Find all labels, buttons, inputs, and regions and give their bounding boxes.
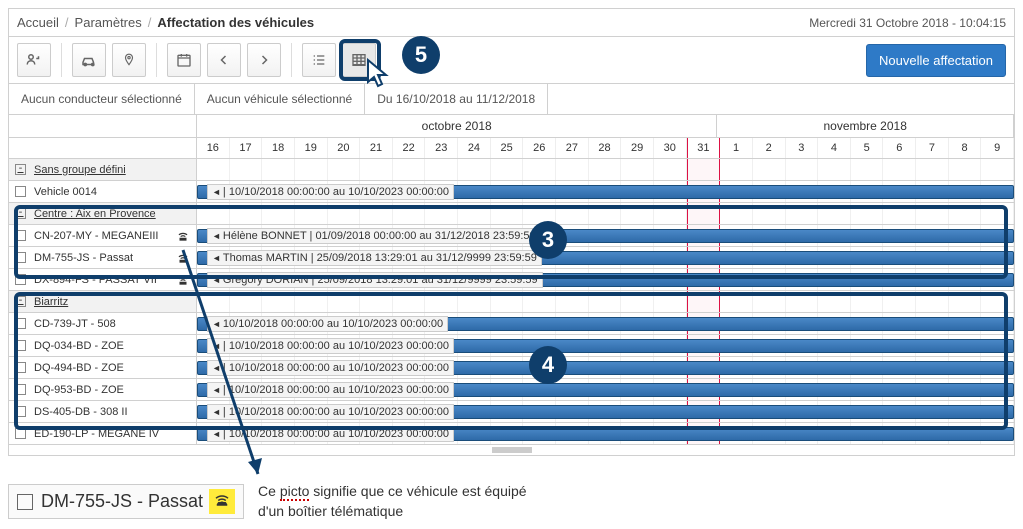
day-header: 3 — [786, 138, 819, 158]
assignment-text: ◄Hélène BONNET | 01/09/2018 00:00:00 au … — [207, 228, 541, 244]
vehicle-row-label[interactable]: DX-894-FS - PASSAT VII — [9, 269, 197, 290]
day-header: 8 — [949, 138, 982, 158]
assignment-text: ◄| 10/10/2018 00:00:00 au 10/10/2023 00:… — [207, 360, 454, 376]
day-header: 17 — [230, 138, 263, 158]
day-header: 6 — [883, 138, 916, 158]
checkbox[interactable] — [15, 230, 26, 241]
assignment-text: ◄| 10/10/2018 00:00:00 au 10/10/2023 00:… — [207, 184, 454, 200]
location-button[interactable] — [112, 43, 146, 77]
assignment-text: ◄10/10/2018 00:00:00 au 10/10/2023 00:00… — [207, 316, 448, 332]
day-header: 28 — [589, 138, 622, 158]
checkbox[interactable] — [15, 252, 26, 263]
day-header: 26 — [523, 138, 556, 158]
day-header: 27 — [556, 138, 589, 158]
list-view-button[interactable] — [302, 43, 336, 77]
checkbox[interactable] — [15, 186, 26, 197]
telematic-icon — [176, 274, 190, 286]
scrollbar-handle[interactable] — [492, 447, 532, 453]
new-assignment-button[interactable]: Nouvelle affectation — [866, 44, 1006, 77]
day-header: 30 — [654, 138, 687, 158]
calendar-button[interactable] — [167, 43, 201, 77]
filter-vehicle[interactable]: Aucun véhicule sélectionné — [195, 84, 365, 114]
checkbox[interactable] — [15, 274, 26, 285]
timeline-view-button[interactable] — [342, 43, 376, 77]
vehicle-row-label[interactable]: CN-207-MY - MEGANEIII — [9, 225, 197, 246]
assignment-text: ◄| 10/10/2018 00:00:00 au 10/10/2023 00:… — [207, 404, 454, 420]
breadcrumb-params[interactable]: Paramètres — [75, 15, 142, 30]
collapse-icon[interactable]: - — [15, 208, 26, 219]
breadcrumb-home[interactable]: Accueil — [17, 15, 59, 30]
day-header: 29 — [621, 138, 654, 158]
day-header: 24 — [458, 138, 491, 158]
vehicle-row-label[interactable]: DQ-034-BD - ZOE — [9, 335, 197, 356]
breadcrumb: Accueil / Paramètres / Affectation des v… — [17, 15, 809, 30]
day-header: 16 — [197, 138, 230, 158]
month-1: octobre 2018 — [197, 115, 717, 137]
vehicle-row-label[interactable]: Vehicle 0014 — [9, 181, 197, 202]
day-header: 25 — [491, 138, 524, 158]
day-header: 19 — [295, 138, 328, 158]
day-header: 7 — [916, 138, 949, 158]
assignment-text: ◄| 10/10/2018 00:00:00 au 10/10/2023 00:… — [207, 338, 454, 354]
group-row[interactable]: -Sans groupe défini — [9, 159, 197, 180]
month-2: novembre 2018 — [717, 115, 1014, 137]
legend-checkbox[interactable] — [17, 494, 33, 510]
day-header: 9 — [981, 138, 1014, 158]
vehicle-row-label[interactable]: DS-405-DB - 308 II — [9, 401, 197, 422]
vehicle-row-label[interactable]: DQ-494-BD - ZOE — [9, 357, 197, 378]
prev-button[interactable] — [207, 43, 241, 77]
assignment-text: ◄Gregory DORIAN | 25/09/2018 13:29:01 au… — [207, 272, 543, 288]
collapse-icon[interactable]: - — [15, 296, 26, 307]
breadcrumb-current: Affectation des véhicules — [157, 15, 314, 30]
day-header: 20 — [328, 138, 361, 158]
checkbox[interactable] — [15, 340, 26, 351]
assignment-text: ◄Thomas MARTIN | 25/09/2018 13:29:01 au … — [207, 250, 542, 266]
telematic-icon — [209, 489, 235, 514]
checkbox[interactable] — [15, 428, 26, 439]
checkbox[interactable] — [15, 362, 26, 373]
datetime: Mercredi 31 Octobre 2018 - 10:04:15 — [809, 16, 1006, 30]
group-row[interactable]: -Biarritz — [9, 291, 197, 312]
day-header: 22 — [393, 138, 426, 158]
vehicle-row-label[interactable]: DM-755-JS - Passat — [9, 247, 197, 268]
day-header: 1 — [720, 138, 753, 158]
day-header: 18 — [262, 138, 295, 158]
checkbox[interactable] — [15, 384, 26, 395]
checkbox[interactable] — [15, 318, 26, 329]
vehicle-button[interactable] — [72, 43, 106, 77]
checkbox[interactable] — [15, 406, 26, 417]
next-button[interactable] — [247, 43, 281, 77]
group-row[interactable]: -Centre : Aix en Provence — [9, 203, 197, 224]
day-header: 31 — [687, 138, 721, 158]
telematic-icon — [176, 230, 190, 242]
telematic-icon — [176, 252, 190, 264]
assignment-text: ◄| 10/10/2018 00:00:00 au 10/10/2023 00:… — [207, 382, 454, 398]
vehicle-row-label[interactable]: CD-739-JT - 508 — [9, 313, 197, 334]
filter-driver[interactable]: Aucun conducteur sélectionné — [9, 84, 195, 114]
legend-vehicle: DM-755-JS - Passat — [8, 484, 244, 519]
day-header: 4 — [818, 138, 851, 158]
day-header: 2 — [753, 138, 786, 158]
filter-period[interactable]: Du 16/10/2018 au 11/12/2018 — [365, 84, 548, 114]
day-header: 5 — [851, 138, 884, 158]
vehicle-row-label[interactable]: ED-190-LP - MEGANE IV — [9, 423, 197, 444]
day-header: 23 — [425, 138, 458, 158]
vehicle-row-label[interactable]: DQ-953-BD - ZOE — [9, 379, 197, 400]
assignment-text: ◄| 10/10/2018 00:00:00 au 10/10/2023 00:… — [207, 426, 454, 442]
day-header: 21 — [360, 138, 393, 158]
legend-description: Ce picto signifie que ce véhicule est éq… — [258, 482, 527, 521]
user-assign-button[interactable] — [17, 43, 51, 77]
collapse-icon[interactable]: - — [15, 164, 26, 175]
